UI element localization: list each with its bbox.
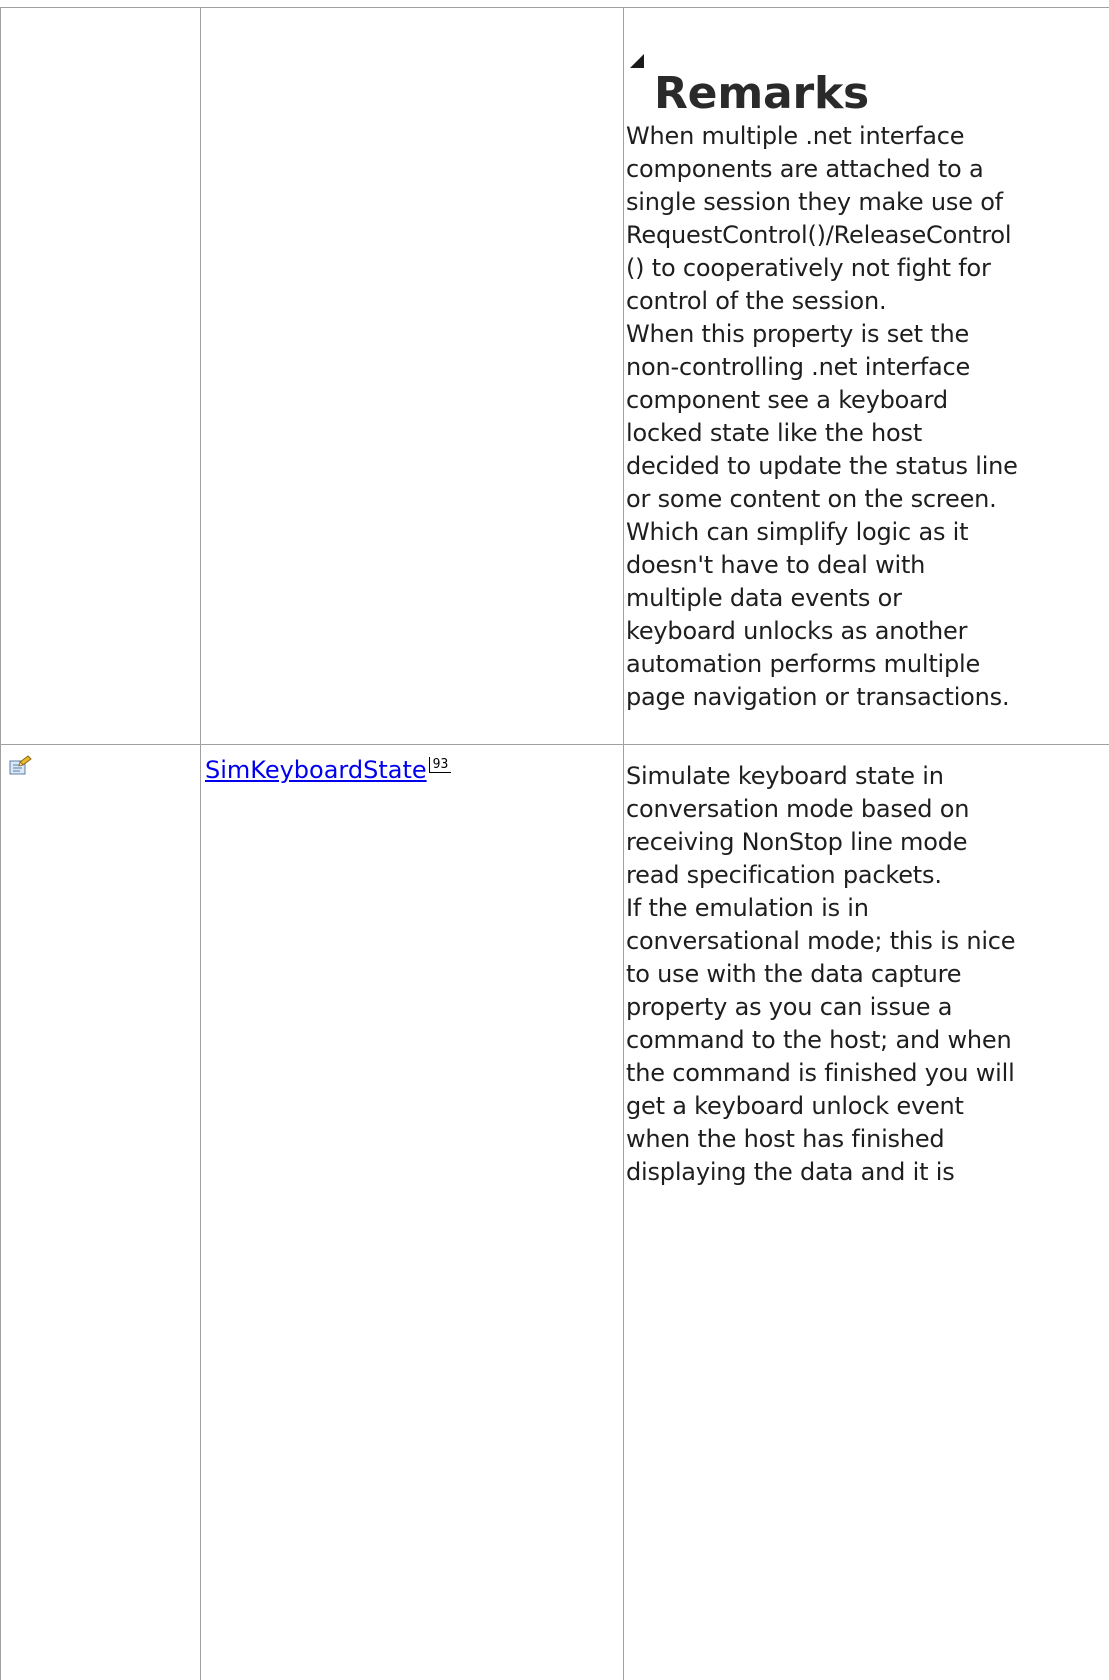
description-line: displaying the data and it is <box>626 1158 955 1186</box>
remarks-line: keyboard unlocks as another <box>626 617 968 645</box>
column-divider-1 <box>200 7 201 1680</box>
remarks-line: automation performs multiple <box>626 650 981 678</box>
description-line: the command is finished you will <box>626 1059 1015 1087</box>
description-line: Simulate keyboard state in <box>626 762 944 790</box>
remarks-line: RequestControl()/ReleaseControl <box>626 221 1012 249</box>
page-reference[interactable]: 93 <box>428 757 452 773</box>
remarks-line: Which can simplify logic as it <box>626 518 969 546</box>
column-divider-2 <box>623 7 624 1680</box>
remarks-line: When this property is set the <box>626 320 970 348</box>
description-line: conversation mode based on <box>626 795 970 823</box>
row-divider <box>0 744 1109 745</box>
remarks-line: non-controlling .net interface <box>626 353 971 381</box>
description-line: when the host has finished <box>626 1125 945 1153</box>
remarks-line: When multiple .net interface <box>626 122 965 150</box>
property-description: Simulate keyboard state in conversation … <box>626 760 1109 1189</box>
table-border-left <box>0 7 1 1680</box>
remarks-line: locked state like the host <box>626 419 923 447</box>
remarks-text: When multiple .net interface components … <box>626 120 1109 714</box>
remarks-line: components are attached to a <box>626 155 984 183</box>
remarks-heading-row: Remarks <box>626 50 1109 122</box>
simkeyboardstate-link[interactable]: SimKeyboardState <box>205 756 427 784</box>
remarks-line: doesn't have to deal with <box>626 551 926 579</box>
description-line: command to the host; and when <box>626 1026 1012 1054</box>
description-line: property as you can issue a <box>626 993 953 1021</box>
remarks-line: multiple data events or <box>626 584 902 612</box>
property-name-cell: SimKeyboardState 93 <box>205 755 452 785</box>
remarks-line: or some content on the screen. <box>626 485 997 513</box>
table-border-top <box>0 7 1109 8</box>
remarks-line: component see a keyboard <box>626 386 948 414</box>
description-line: conversational mode; this is nice <box>626 927 1016 955</box>
property-icon <box>9 755 32 775</box>
remarks-line: page navigation or transactions. <box>626 683 1010 711</box>
description-line: get a keyboard unlock event <box>626 1092 964 1120</box>
collapse-triangle-icon[interactable] <box>630 54 644 68</box>
remarks-section: Remarks When multiple .net interface com… <box>626 50 1109 714</box>
description-line: to use with the data capture <box>626 960 962 988</box>
remarks-line: control of the session. <box>626 287 887 315</box>
description-line: receiving NonStop line mode <box>626 828 968 856</box>
remarks-line: () to cooperatively not fight for <box>626 254 991 282</box>
remarks-heading: Remarks <box>654 68 870 119</box>
remarks-line: decided to update the status line <box>626 452 1018 480</box>
description-line: read specification packets. <box>626 861 942 889</box>
description-line: If the emulation is in <box>626 894 869 922</box>
remarks-line: single session they make use of <box>626 188 1003 216</box>
